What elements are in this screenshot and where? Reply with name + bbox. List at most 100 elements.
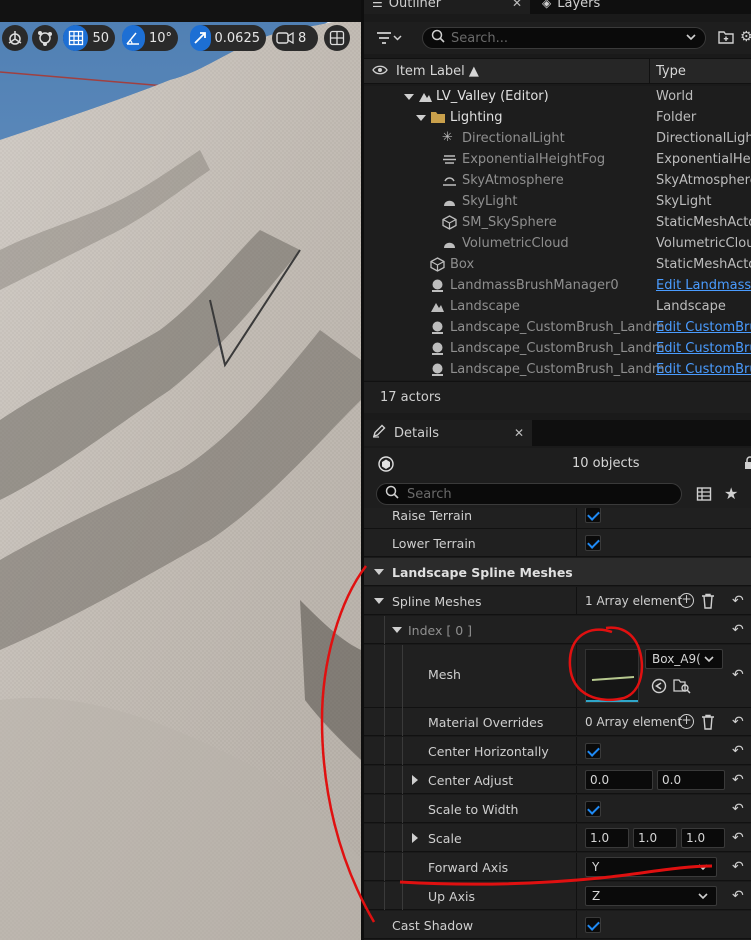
reset-arrow-icon[interactable]: ↶ [732,830,744,846]
tree-row-box[interactable]: Box StaticMeshActo [364,254,751,275]
column-item-label[interactable]: Item Label ▲ [396,64,479,79]
indent-guide [402,708,403,736]
tree-row-world[interactable]: LV_Valley (Editor) World [364,86,751,107]
reset-arrow-icon[interactable]: ↶ [732,801,744,817]
search-icon [431,29,445,47]
browse-asset-icon[interactable] [673,678,691,697]
edit-custom-brush-link[interactable]: Edit CustomBru [656,320,751,335]
details-search-placeholder: Search [407,486,452,502]
prop-label: Center Adjust [428,773,514,788]
grid-snap-button[interactable]: 50 [63,25,115,51]
reset-arrow-icon[interactable]: ↶ [732,622,744,638]
camera-icon [272,25,298,51]
reset-arrow-icon[interactable]: ↶ [732,714,744,730]
prop-up-axis: Up Axis Z ↶ [364,882,751,910]
indent-guide [384,737,385,765]
chevron-down-icon[interactable] [685,31,697,47]
tab-details[interactable]: Details ✕ [364,420,532,446]
center-horizontally-checkbox[interactable] [585,743,601,759]
forward-axis-select[interactable]: Y [585,857,717,877]
outliner-tab-bar: ☰ Outliner ✕ ◈ Layers [364,0,751,14]
tree-row-sky-sphere[interactable]: SM_SkySphere StaticMeshActo [364,212,751,233]
expand-arrow-icon[interactable] [374,598,384,604]
reset-arrow-icon[interactable]: ↶ [732,772,744,788]
tree-row-custom-brush[interactable]: Landscape_CustomBrush_Landm Edit CustomB… [364,338,751,359]
tree-row-landscape[interactable]: Landscape Landscape [364,296,751,317]
expand-arrow-icon[interactable] [412,775,418,785]
add-folder-icon[interactable] [718,30,734,47]
tree-row-custom-brush[interactable]: Landscape_CustomBrush_Landm Edit CustomB… [364,317,751,338]
expand-arrow-icon[interactable] [416,115,426,121]
tree-type: StaticMeshActo [656,215,751,230]
details-search-input[interactable]: Search [376,483,682,505]
add-element-icon[interactable]: + [679,593,694,608]
actor-sphere-icon [430,320,444,334]
outliner-search-input[interactable]: Search... [422,27,706,49]
visibility-eye-icon[interactable] [372,64,388,80]
edit-landmass-link[interactable]: Edit Landmass [656,278,751,293]
mesh-thumbnail[interactable] [585,649,639,703]
level-viewport[interactable]: 50 10° 0.0625 8 [0,0,361,940]
edit-custom-brush-link[interactable]: Edit CustomBru [656,341,751,356]
scale-y-input[interactable]: 1.0 [633,828,677,848]
close-icon[interactable]: ✕ [512,0,522,10]
reset-arrow-icon[interactable]: ↶ [732,743,744,759]
scale-z-input[interactable]: 1.0 [681,828,725,848]
table-view-icon[interactable] [696,486,712,505]
tab-outliner[interactable]: ☰ Outliner ✕ [364,0,530,14]
up-axis-select[interactable]: Z [585,886,717,906]
mesh-picker-combo[interactable]: Box_A9( [645,649,723,669]
surface-snap-button[interactable] [32,25,58,51]
use-selected-icon[interactable] [651,678,667,697]
tree-row-sky-atmosphere[interactable]: SkyAtmosphere SkyAtmosphere [364,170,751,191]
expand-arrow-icon[interactable] [392,627,402,633]
raise-terrain-checkbox[interactable] [585,508,601,523]
details-property-grid: Raise Terrain Lower Terrain Landscape Sp… [364,508,751,940]
add-element-icon[interactable]: + [679,714,694,729]
surface-snap-icon [32,25,58,51]
expand-arrow-icon[interactable] [412,833,418,843]
transform-mode-button[interactable] [2,25,28,51]
tree-row-landmass-manager[interactable]: LandmassBrushManager0 Edit Landmass [364,275,751,296]
close-icon[interactable]: ✕ [514,426,524,440]
star-icon[interactable]: ★ [724,484,738,503]
column-type[interactable]: Type [656,64,686,79]
expand-arrow-icon[interactable] [404,94,414,100]
reset-arrow-icon[interactable]: ↶ [732,888,744,904]
tree-row-custom-brush[interactable]: Landscape_CustomBrush_Landm Edit CustomB… [364,359,751,380]
lock-icon[interactable] [744,456,751,473]
reset-arrow-icon[interactable]: ↶ [732,667,744,683]
prop-value [576,911,730,939]
center-adjust-x-input[interactable]: 0.0 [585,770,653,790]
reset-arrow-icon[interactable]: ↶ [732,859,744,875]
details-search-row: Search ★ [364,480,751,508]
scale-to-width-checkbox[interactable] [585,801,601,817]
scale-x-input[interactable]: 1.0 [585,828,629,848]
tree-row-sky-light[interactable]: SkyLight SkyLight [364,191,751,212]
tree-row-height-fog[interactable]: ExponentialHeightFog ExponentialHeig [364,149,751,170]
tree-row-directional-light[interactable]: ✳ DirectionalLight DirectionalLight [364,128,751,149]
trash-icon[interactable] [701,593,715,612]
scale-snap-button[interactable]: 0.0625 [190,25,266,51]
viewport-layout-button[interactable] [324,25,350,51]
tree-row-lighting-folder[interactable]: Lighting Folder [364,107,751,128]
filter-icon[interactable] [376,29,402,51]
cast-shadow-checkbox[interactable] [585,917,601,933]
category-landscape-spline-meshes[interactable]: Landscape Spline Meshes [364,558,751,586]
prop-value [576,795,730,823]
rotation-snap-button[interactable]: 10° [122,25,178,51]
actor-selection-icon[interactable] [378,456,394,475]
outliner-tab-label: Outliner [388,0,442,11]
settings-icon[interactable]: ⚙ [740,29,751,45]
reset-arrow-icon[interactable]: ↶ [732,593,744,609]
edit-custom-brush-link[interactable]: Edit CustomBru [656,362,751,377]
tab-layers[interactable]: ◈ Layers [534,0,654,14]
camera-speed-button[interactable]: 8 [272,25,318,51]
tree-row-volumetric-cloud[interactable]: VolumetricCloud VolumetricClou [364,233,751,254]
expand-arrow-icon[interactable] [374,569,384,575]
prop-center-adjust: Center Adjust 0.0 0.0 ↶ [364,766,751,794]
center-adjust-y-input[interactable]: 0.0 [657,770,725,790]
trash-icon[interactable] [701,714,715,733]
details-tab-bar: Details ✕ [364,420,751,446]
lower-terrain-checkbox[interactable] [585,535,601,551]
